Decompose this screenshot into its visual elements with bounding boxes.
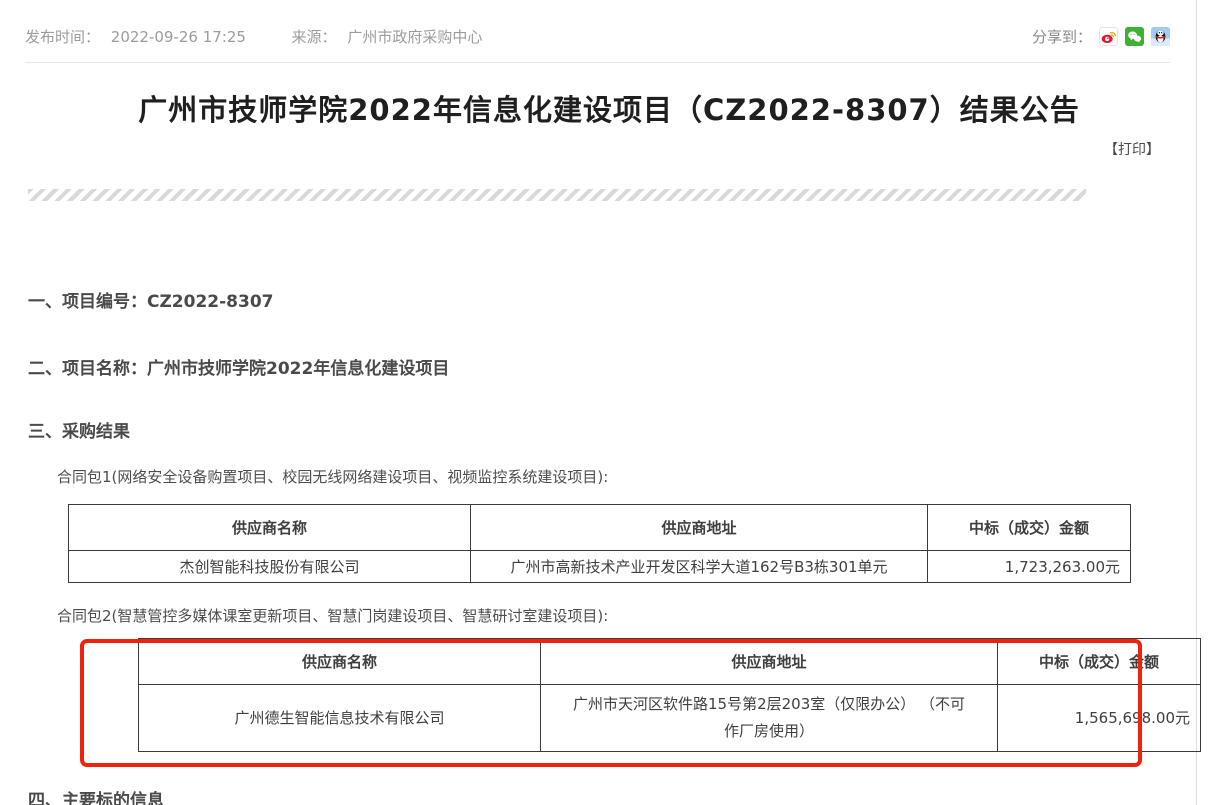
supplier-address-cell: 广州市高新技术产业开发区科学大道162号B3栋301单元	[471, 551, 928, 583]
share-label: 分享到：	[1032, 26, 1092, 47]
package2-intro: 合同包2(智慧管控多媒体课室更新项目、智慧门岗建设项目、智慧研讨室建设项目):	[57, 605, 1218, 626]
publish-info: 发布时间： 2022-09-26 17:25 来源： 广州市政府采购中心	[25, 26, 488, 47]
section-project-name: 二、项目名称：广州市技师学院2022年信息化建设项目	[28, 354, 1218, 379]
package1-header-row: 供应商名称 供应商地址 中标（成交）金额	[69, 505, 1131, 551]
print-button[interactable]: 【打印】	[1104, 142, 1160, 158]
print-row: 【打印】	[0, 139, 1160, 159]
section-project-number: 一、项目编号：CZ2022-8307	[28, 287, 1218, 312]
section-subject-info: 四、主要标的信息	[28, 786, 1218, 805]
column-header-award-amount: 中标（成交）金额	[998, 639, 1201, 685]
award-amount-cell: 1,565,698.00元	[998, 685, 1201, 752]
column-header-award-amount: 中标（成交）金额	[928, 505, 1131, 551]
source-value: 广州市政府采购中心	[347, 28, 482, 46]
package1-data-row: 杰创智能科技股份有限公司 广州市高新技术产业开发区科学大道162号B3栋301单…	[69, 551, 1131, 583]
publish-time-value: 2022-09-26 17:25	[111, 28, 246, 46]
hatched-divider	[28, 189, 1086, 201]
meta-bar: 发布时间： 2022-09-26 17:25 来源： 广州市政府采购中心 分享到…	[25, 0, 1170, 63]
publish-time-label: 发布时间：	[25, 28, 100, 46]
award-amount-cell: 1,723,263.00元	[928, 551, 1131, 583]
package2-table: 供应商名称 供应商地址 中标（成交）金额 广州德生智能信息技术有限公司 广州市天…	[138, 638, 1201, 752]
announcement-page: 发布时间： 2022-09-26 17:25 来源： 广州市政府采购中心 分享到…	[0, 0, 1218, 805]
source-label: 来源：	[292, 28, 337, 46]
weibo-icon[interactable]	[1099, 27, 1118, 46]
package2-header-row: 供应商名称 供应商地址 中标（成交）金额	[139, 639, 1201, 685]
column-header-supplier-address: 供应商地址	[541, 639, 998, 685]
supplier-name-cell: 杰创智能科技股份有限公司	[69, 551, 471, 583]
package2-highlighted-area: 供应商名称 供应商地址 中标（成交）金额 广州德生智能信息技术有限公司 广州市天…	[70, 638, 1170, 778]
package2-data-row: 广州德生智能信息技术有限公司 广州市天河区软件路15号第2层203室（仅限办公）…	[139, 685, 1201, 752]
supplier-address-cell: 广州市天河区软件路15号第2层203室（仅限办公） （不可作厂房使用）	[541, 685, 998, 752]
column-header-supplier-name: 供应商名称	[69, 505, 471, 551]
column-header-supplier-address: 供应商地址	[471, 505, 928, 551]
section-procurement-result: 三、采购结果	[28, 417, 1218, 442]
wechat-icon[interactable]	[1125, 27, 1144, 46]
column-header-supplier-name: 供应商名称	[139, 639, 541, 685]
supplier-name-cell: 广州德生智能信息技术有限公司	[139, 685, 541, 752]
package1-table: 供应商名称 供应商地址 中标（成交）金额 杰创智能科技股份有限公司 广州市高新技…	[68, 504, 1131, 583]
page-title: 广州市技师学院2022年信息化建设项目（CZ2022-8307）结果公告	[30, 87, 1188, 129]
package1-intro: 合同包1(网络安全设备购置项目、校园无线网络建设项目、视频监控系统建设项目):	[57, 466, 1218, 487]
share-bar: 分享到：	[1032, 26, 1170, 47]
qq-icon[interactable]	[1151, 27, 1170, 46]
